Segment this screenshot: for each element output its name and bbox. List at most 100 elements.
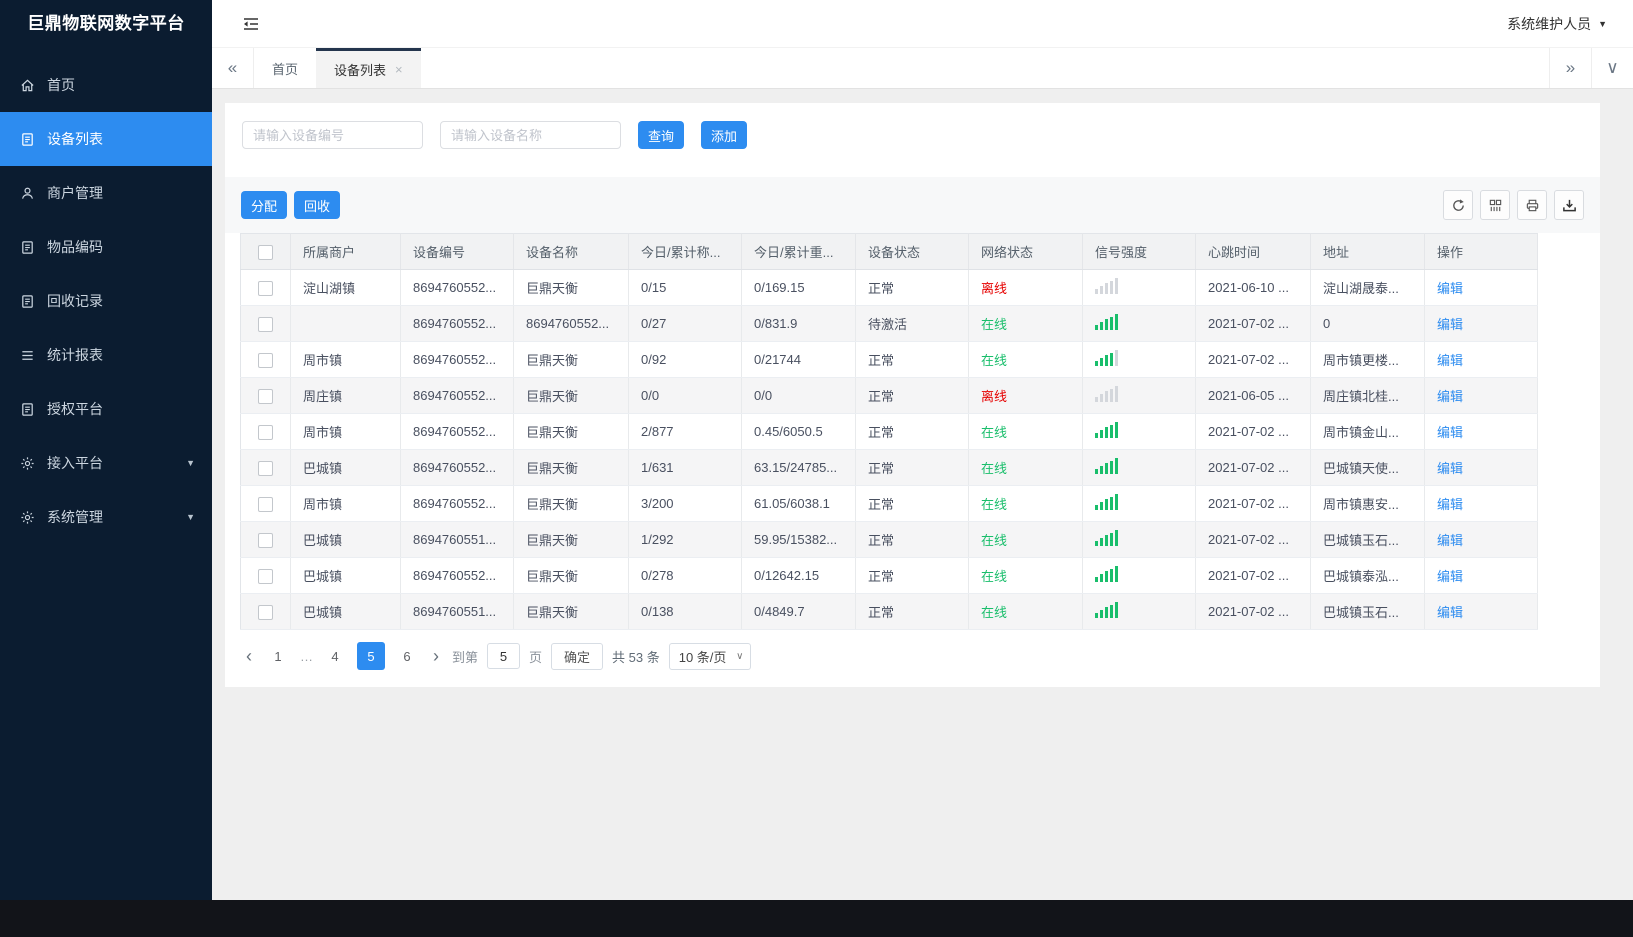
- row-checkbox[interactable]: [258, 280, 273, 296]
- tab-item[interactable]: 设备列表 ×: [316, 48, 421, 88]
- merchant-cell: 巴城镇: [290, 557, 401, 594]
- row-checkbox[interactable]: [258, 424, 273, 440]
- bottom-strip: [0, 900, 1633, 937]
- device-status-cell: 正常: [855, 521, 969, 558]
- menu-fold-icon[interactable]: [242, 16, 260, 32]
- column-header: 设备编号: [400, 233, 514, 270]
- network-status-cell: 离线: [968, 269, 1083, 306]
- search-bar: 查询 添加: [225, 103, 1600, 177]
- actions-cell: 编辑: [1424, 377, 1538, 414]
- row-select-cell: [240, 377, 291, 414]
- print-icon[interactable]: [1517, 190, 1547, 220]
- chevron-down-icon: ∨: [736, 650, 744, 662]
- row-checkbox[interactable]: [258, 604, 273, 620]
- row-checkbox[interactable]: [258, 460, 273, 476]
- device-no-cell: 8694760552...: [400, 485, 514, 522]
- today-weight-cell: 0/169.15: [741, 269, 856, 306]
- table-row: 巴城镇 8694760552... 巨鼎天衡 0/278 0/12642.15 正常 在线 2…: [240, 557, 1538, 594]
- edit-link[interactable]: 编辑: [1437, 605, 1463, 620]
- network-status-cell: 在线: [968, 557, 1083, 594]
- signal-cell: [1082, 593, 1196, 630]
- tab-item[interactable]: 首页: [254, 48, 316, 88]
- gear-icon: [20, 455, 36, 471]
- network-status-badge: 在线: [981, 425, 1008, 440]
- sidebar-item[interactable]: 商户管理: [0, 166, 212, 220]
- edit-link[interactable]: 编辑: [1437, 461, 1463, 476]
- actions-cell: 编辑: [1424, 557, 1538, 594]
- page-size-value: 10 条/页: [678, 649, 727, 665]
- sidebar-item[interactable]: 授权平台: [0, 382, 212, 436]
- row-checkbox[interactable]: [258, 496, 273, 512]
- device-name-cell: 巨鼎天衡: [513, 593, 629, 630]
- device-status-cell: 正常: [855, 557, 969, 594]
- edit-link[interactable]: 编辑: [1437, 425, 1463, 440]
- sidebar-item[interactable]: 系统管理 ▼: [0, 490, 212, 544]
- goto-page-input[interactable]: [487, 643, 521, 669]
- edit-link[interactable]: 编辑: [1437, 389, 1463, 404]
- query-button[interactable]: 查询: [638, 121, 685, 149]
- next-page-icon[interactable]: ›: [429, 643, 443, 669]
- sidebar-item[interactable]: 回收记录: [0, 274, 212, 328]
- tabs-scroll-left-icon[interactable]: «: [212, 48, 254, 88]
- select-all-checkbox[interactable]: [258, 244, 273, 260]
- heartbeat-cell: 2021-07-02 ...: [1195, 449, 1311, 486]
- sidebar-item-label: 授权平台: [47, 401, 103, 417]
- total-count: 共 53 条: [612, 649, 660, 665]
- confirm-button[interactable]: 确定: [551, 642, 604, 670]
- network-status-cell: 在线: [968, 593, 1083, 630]
- recycle-button[interactable]: 回收: [294, 191, 341, 219]
- tabs-scroll-right-icon[interactable]: »: [1549, 48, 1591, 88]
- today-weight-cell: 0/4849.7: [741, 593, 856, 630]
- edit-link[interactable]: 编辑: [1437, 317, 1463, 332]
- assign-button[interactable]: 分配: [241, 191, 288, 219]
- edit-link[interactable]: 编辑: [1437, 569, 1463, 584]
- export-icon[interactable]: [1554, 190, 1584, 220]
- refresh-icon[interactable]: [1443, 190, 1473, 220]
- today-weight-cell: 59.95/15382...: [741, 521, 856, 558]
- edit-link[interactable]: 编辑: [1437, 497, 1463, 512]
- edit-link[interactable]: 编辑: [1437, 353, 1463, 368]
- row-checkbox[interactable]: [258, 352, 273, 368]
- sidebar-item[interactable]: 首页: [0, 58, 212, 112]
- row-checkbox[interactable]: [258, 532, 273, 548]
- device-status-cell: 待激活: [855, 305, 969, 342]
- today-count-cell: 0/138: [628, 593, 742, 630]
- row-checkbox[interactable]: [258, 388, 273, 404]
- user-menu[interactable]: 系统维护人员 ▼: [1507, 14, 1607, 34]
- prev-page-icon[interactable]: ‹: [242, 643, 256, 669]
- page-number[interactable]: 5: [357, 642, 385, 670]
- sidebar-item[interactable]: 接入平台 ▼: [0, 436, 212, 490]
- network-status-cell: 在线: [968, 341, 1083, 378]
- device-no-input[interactable]: [242, 121, 423, 149]
- close-icon[interactable]: ×: [395, 62, 403, 77]
- row-select-cell: [240, 269, 291, 306]
- device-name-cell: 巨鼎天衡: [513, 485, 629, 522]
- edit-link[interactable]: 编辑: [1437, 533, 1463, 548]
- add-button[interactable]: 添加: [701, 121, 748, 149]
- signal-cell: [1082, 449, 1196, 486]
- page-number[interactable]: 4: [322, 643, 348, 669]
- page-number[interactable]: 6: [394, 643, 420, 669]
- edit-link[interactable]: 编辑: [1437, 281, 1463, 296]
- columns-icon[interactable]: [1480, 190, 1510, 220]
- sidebar-item[interactable]: 设备列表: [0, 112, 212, 166]
- device-status-cell: 正常: [855, 449, 969, 486]
- doc-icon: [20, 401, 36, 417]
- sidebar-menu: 首页 设备列表 商户管理 物品编码 回收记录 统计报表授权平台接入平台 ▼ 系统管理 ▼: [0, 48, 212, 544]
- row-checkbox[interactable]: [258, 568, 273, 584]
- heartbeat-cell: 2021-07-02 ...: [1195, 305, 1311, 342]
- row-checkbox[interactable]: [258, 316, 273, 332]
- today-count-cell: 1/292: [628, 521, 742, 558]
- today-count-cell: 3/200: [628, 485, 742, 522]
- page-number[interactable]: 1: [265, 643, 291, 669]
- page-size-select[interactable]: 10 条/页 ∨: [668, 642, 752, 670]
- actions-cell: 编辑: [1424, 449, 1538, 486]
- tabs-menu-icon[interactable]: ∨: [1591, 48, 1633, 88]
- sidebar-item[interactable]: 统计报表: [0, 328, 212, 382]
- network-status-cell: 离线: [968, 377, 1083, 414]
- home-icon: [20, 77, 36, 93]
- address-cell: 巴城镇天使...: [1310, 449, 1425, 486]
- doc-icon: [20, 239, 36, 255]
- device-name-input[interactable]: [440, 121, 621, 149]
- sidebar-item[interactable]: 物品编码: [0, 220, 212, 274]
